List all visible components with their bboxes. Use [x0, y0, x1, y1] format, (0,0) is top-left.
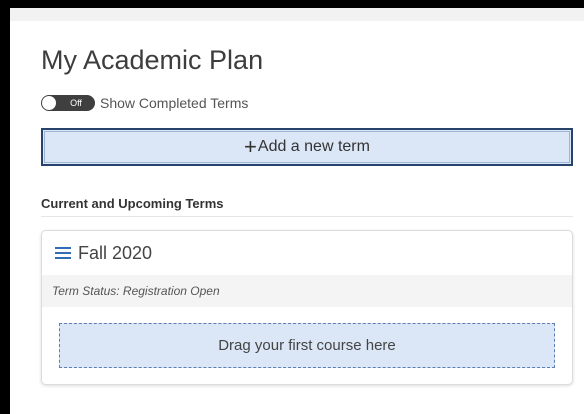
plus-icon: + [244, 134, 257, 159]
term-name: Fall 2020 [78, 242, 153, 263]
show-completed-terms-label[interactable]: Show Completed Terms [100, 95, 248, 111]
top-strip [10, 8, 584, 21]
page-title: My Academic Plan [41, 45, 264, 75]
menu-icon[interactable] [55, 246, 71, 260]
add-term-label: Add a new term [257, 138, 370, 155]
toggle-knob [42, 96, 56, 110]
add-term-button[interactable]: + Add a new term [41, 128, 573, 166]
course-drop-zone[interactable]: Drag your first course here [59, 323, 555, 368]
toggle-state-text: Off [70, 98, 82, 108]
current-upcoming-terms-heading: Current and Upcoming Terms [41, 196, 573, 217]
show-completed-terms-toggle[interactable]: Off [41, 95, 95, 111]
term-status: Term Status: Registration Open [42, 275, 572, 307]
show-completed-terms-row: Off Show Completed Terms [41, 94, 248, 112]
app-frame: My Academic Plan Off Show Completed Term… [10, 8, 584, 414]
term-card: Fall 2020 Term Status: Registration Open… [41, 230, 573, 385]
term-header: Fall 2020 [42, 231, 572, 275]
